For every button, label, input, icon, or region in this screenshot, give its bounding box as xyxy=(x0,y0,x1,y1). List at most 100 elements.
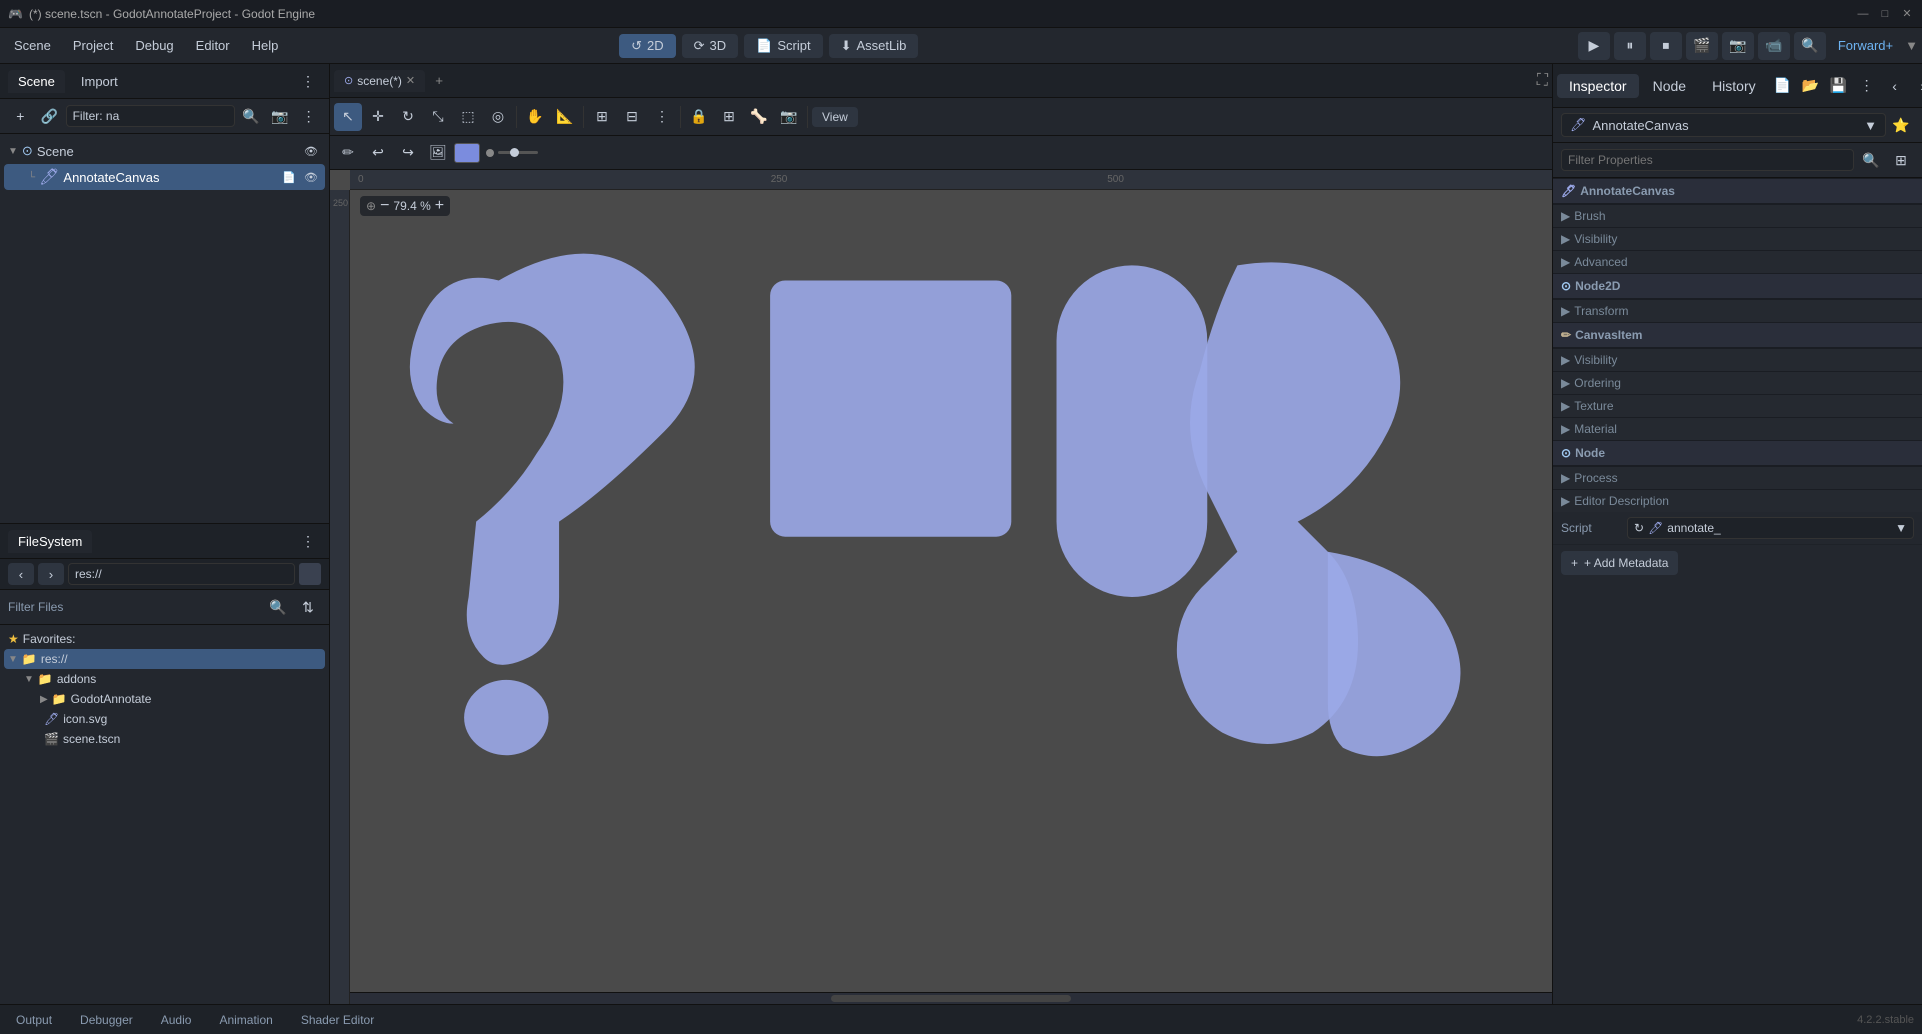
tab-filesystem[interactable]: FileSystem xyxy=(8,530,92,553)
inspector-new-script-btn[interactable]: 📄 xyxy=(1770,73,1796,99)
slider-track[interactable] xyxy=(498,151,538,154)
movie-btn[interactable]: 📹 xyxy=(1758,32,1790,60)
viewport-scene-tab[interactable]: ⊙ scene(*) ✕ xyxy=(334,70,425,92)
fs-forward-btn[interactable]: › xyxy=(38,563,64,585)
menu-debug[interactable]: Debug xyxy=(125,34,183,57)
fs-panel-more-btn[interactable]: ⋮ xyxy=(295,528,321,554)
group-material[interactable]: ▶ Material xyxy=(1553,417,1922,440)
tree-item-annotate-canvas[interactable]: └ 🖊 AnnotateCanvas 📄 👁 xyxy=(4,164,325,190)
play-btn[interactable]: ▶ xyxy=(1578,32,1610,60)
scene-root-visible-btn[interactable]: 👁 xyxy=(301,141,321,161)
tab-node[interactable]: Node xyxy=(1641,74,1698,98)
zoom-out-btn[interactable]: − xyxy=(380,198,389,214)
annotate-visible-btn[interactable]: 👁 xyxy=(301,167,321,187)
ruler-btn[interactable]: 📐 xyxy=(551,103,579,131)
tab-scene[interactable]: Scene xyxy=(8,70,65,93)
bottom-tab-animation[interactable]: Animation xyxy=(211,1011,280,1029)
pan-tool-btn[interactable]: ✋ xyxy=(521,103,549,131)
section-canvas-item[interactable]: ✏ CanvasItem xyxy=(1553,322,1922,348)
scene-snapshot-btn[interactable]: 📷 xyxy=(267,103,292,129)
bone-btn[interactable]: 🦴 xyxy=(745,103,773,131)
fs-display-btn[interactable] xyxy=(299,563,321,585)
tree-item-scene-root[interactable]: ▼ ⊙ Scene 👁 xyxy=(4,138,325,164)
inspector-back-btn[interactable]: ‹ xyxy=(1882,73,1908,99)
scene-more-btn[interactable]: ⋮ xyxy=(296,103,321,129)
inspector-search-input[interactable] xyxy=(1561,149,1854,171)
maximize-btn[interactable]: □ xyxy=(1878,7,1892,21)
group-advanced[interactable]: ▶ Advanced xyxy=(1553,250,1922,273)
2d-mode-btn[interactable]: ↺ 2D xyxy=(619,34,676,58)
inspector-forward-btn[interactable]: › xyxy=(1910,73,1922,99)
capture-btn[interactable]: 📷 xyxy=(1722,32,1754,60)
scene-tab-close-btn[interactable]: ✕ xyxy=(406,74,415,87)
slider-thumb[interactable] xyxy=(510,148,519,157)
tab-import[interactable]: Import xyxy=(71,70,128,93)
menu-editor[interactable]: Editor xyxy=(186,34,240,57)
link-node-btn[interactable]: 🔗 xyxy=(37,103,62,129)
smart-snap-btn[interactable]: ⊟ xyxy=(618,103,646,131)
play-scene-btn[interactable]: 🎬 xyxy=(1686,32,1718,60)
move-tool-btn[interactable]: ✛ xyxy=(364,103,392,131)
scene-filter-search-btn[interactable]: 🔍 xyxy=(239,103,264,129)
group-ordering[interactable]: ▶ Ordering xyxy=(1553,371,1922,394)
fs-path-input[interactable] xyxy=(68,563,295,585)
pencil-tool-btn[interactable]: ✏ xyxy=(334,139,362,167)
inspector-open-btn[interactable]: 📂 xyxy=(1798,73,1824,99)
group-visibility-2[interactable]: ▶ Visibility xyxy=(1553,348,1922,371)
fs-back-btn[interactable]: ‹ xyxy=(8,563,34,585)
select-tool-btn[interactable]: ↖ xyxy=(334,103,362,131)
group-editor-description[interactable]: ▶ Editor Description xyxy=(1553,489,1922,512)
section-node[interactable]: ⊙ Node xyxy=(1553,440,1922,466)
add-node-btn[interactable]: + xyxy=(8,103,33,129)
lock-btn[interactable]: 🔒 xyxy=(685,103,713,131)
fs-item-scene[interactable]: 🎬 scene.tscn xyxy=(4,729,325,749)
renderer-dropdown-icon[interactable]: ▼ xyxy=(1905,38,1918,53)
tab-history[interactable]: History xyxy=(1700,74,1768,98)
group-transform[interactable]: ▶ Transform xyxy=(1553,299,1922,322)
section-node2d[interactable]: ⊙ Node2D xyxy=(1553,273,1922,299)
fs-sort-btn[interactable]: ⇅ xyxy=(295,594,321,620)
pivot-btn[interactable]: ◎ xyxy=(484,103,512,131)
script-value[interactable]: ↻ 🖊 annotate_ ▼ xyxy=(1627,517,1914,539)
script-mode-btn[interactable]: 📄 Script xyxy=(744,34,822,58)
group-visibility-1[interactable]: ▶ Visibility xyxy=(1553,227,1922,250)
fs-search-btn[interactable]: 🔍 xyxy=(265,594,291,620)
fs-item-addons[interactable]: ▼ 📁 addons xyxy=(4,669,325,689)
profiler-btn[interactable]: 🔍 xyxy=(1794,32,1826,60)
add-tab-btn[interactable]: + xyxy=(427,69,451,93)
rotate-tool-btn[interactable]: ↻ xyxy=(394,103,422,131)
inspector-save-btn[interactable]: 💾 xyxy=(1826,73,1852,99)
select-rect-btn[interactable]: ⬚ xyxy=(454,103,482,131)
grid-snap-btn[interactable]: ⊞ xyxy=(588,103,616,131)
canvas-area[interactable]: 0 250 500 250 ⊕ − 79.4 % + xyxy=(330,170,1552,1004)
annotate-script-btn[interactable]: 📄 xyxy=(279,167,299,187)
inspector-node-select[interactable]: 🖊 AnnotateCanvas ▼ xyxy=(1561,113,1886,137)
undo-btn[interactable]: ↩ xyxy=(364,139,392,167)
menu-help[interactable]: Help xyxy=(242,34,289,57)
inspector-more-btn[interactable]: ⋮ xyxy=(1854,73,1880,99)
scene-filter-input[interactable] xyxy=(66,105,235,127)
menu-scene[interactable]: Scene xyxy=(4,34,61,57)
redo-btn[interactable]: ↪ xyxy=(394,139,422,167)
assetlib-mode-btn[interactable]: ⬇ AssetLib xyxy=(829,34,919,58)
group-process[interactable]: ▶ Process xyxy=(1553,466,1922,489)
image-btn[interactable]: 🖼 xyxy=(424,139,452,167)
scale-tool-btn[interactable]: ⤡ xyxy=(424,103,452,131)
zoom-in-btn[interactable]: + xyxy=(435,198,444,214)
view-menu-btn[interactable]: View xyxy=(812,107,858,127)
scene-panel-more-btn[interactable]: ⋮ xyxy=(295,68,321,94)
fs-item-res[interactable]: ▼ 📁 res:// xyxy=(4,649,325,669)
pause-btn[interactable]: ⏸ xyxy=(1614,32,1646,60)
canvas-scrollbar[interactable] xyxy=(350,992,1552,1004)
close-btn[interactable]: ✕ xyxy=(1900,7,1914,21)
scrollbar-thumb[interactable] xyxy=(831,995,1071,1002)
group-brush[interactable]: ▶ Brush xyxy=(1553,204,1922,227)
camera-btn[interactable]: 📷 xyxy=(775,103,803,131)
color-picker-btn[interactable] xyxy=(454,143,480,163)
tab-inspector[interactable]: Inspector xyxy=(1557,74,1639,98)
menu-project[interactable]: Project xyxy=(63,34,123,57)
section-annotate-canvas[interactable]: 🖊 AnnotateCanvas xyxy=(1553,178,1922,204)
fs-item-godotannotate[interactable]: ▶ 📁 GodotAnnotate xyxy=(4,689,325,709)
bottom-tab-shader[interactable]: Shader Editor xyxy=(293,1011,382,1029)
bottom-tab-output[interactable]: Output xyxy=(8,1011,60,1029)
